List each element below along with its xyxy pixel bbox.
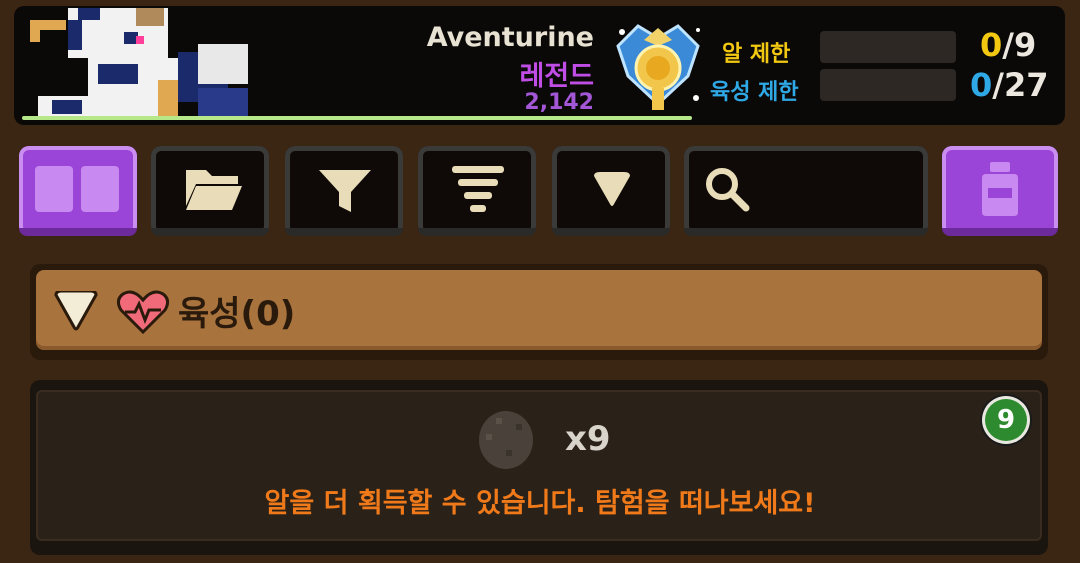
pet-rating: 2,142 [524, 90, 594, 115]
experience-bar [22, 116, 692, 120]
raise-limit-bar [820, 69, 956, 101]
egg-limit-label: 알 제한 [722, 42, 791, 67]
folder-button[interactable] [151, 146, 269, 236]
dropdown-icon [594, 172, 630, 206]
search-field[interactable] [758, 164, 912, 210]
pet-rank: 레전드 [519, 61, 594, 92]
pet-name: Aventurine [426, 22, 594, 53]
egg-icon [479, 411, 533, 469]
egg-limit-current: 0 [980, 26, 1003, 64]
legend-rank-icon [616, 24, 700, 110]
sort-icon [452, 166, 504, 212]
filter-icon [319, 170, 371, 212]
grid-view-button[interactable] [19, 146, 137, 236]
egg-limit-value: 0/9 [980, 26, 1036, 64]
pet-portrait [28, 8, 258, 122]
raise-limit-max: /27 [992, 66, 1049, 104]
grid-view-icon [35, 166, 119, 212]
collapse-arrow-icon[interactable] [54, 291, 98, 331]
search-icon [706, 168, 750, 212]
folder-icon [186, 170, 242, 210]
search-input[interactable] [684, 146, 928, 236]
egg-panel [30, 380, 1048, 555]
egg-count: x9 [565, 419, 611, 459]
section-title: 육성(0) [178, 294, 296, 334]
bottle-button[interactable] [942, 146, 1058, 236]
sort-button[interactable] [418, 146, 536, 236]
egg-limit-max: /9 [1002, 26, 1037, 64]
egg-limit-bar [820, 31, 956, 63]
raise-limit-current: 0 [970, 66, 993, 104]
filter-button[interactable] [285, 146, 403, 236]
egg-count-badge: 9 [985, 399, 1027, 441]
pet-status-bar: Aventurine 레전드 2,142 알 제한 0/9 육성 제한 0/27 [14, 6, 1065, 125]
dropdown-button[interactable] [552, 146, 670, 236]
heart-icon [117, 290, 169, 334]
egg-empty-message: 알을 더 획득할 수 있습니다. 탐험을 떠나보세요! [264, 488, 816, 519]
raise-limit-value: 0/27 [970, 66, 1048, 104]
raise-limit-label: 육성 제한 [710, 80, 799, 105]
bottle-icon [982, 162, 1018, 216]
